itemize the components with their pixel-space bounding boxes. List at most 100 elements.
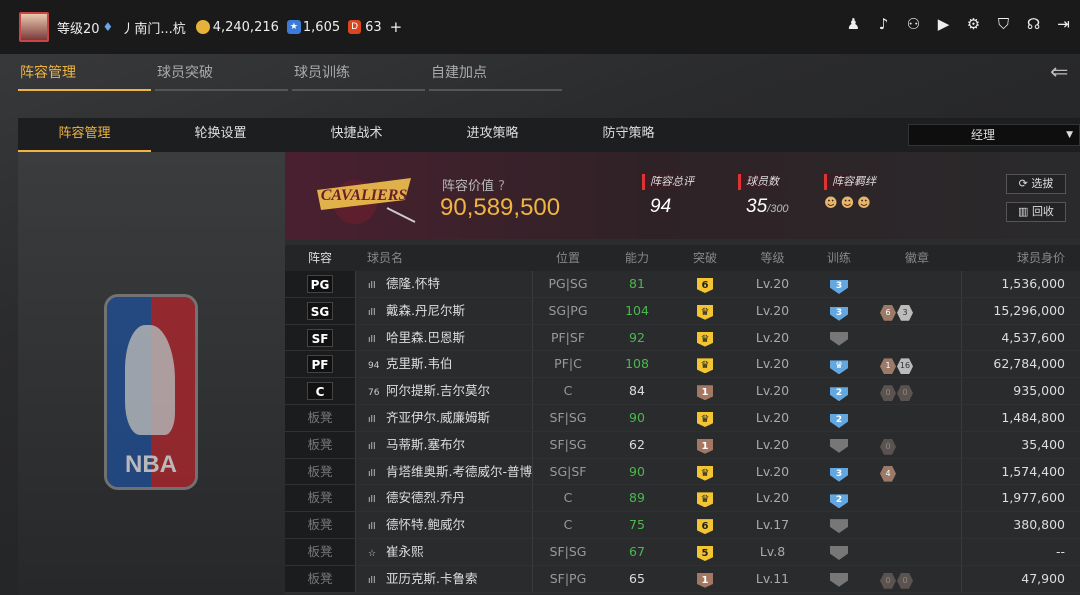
player-ability: 81: [629, 276, 645, 291]
badge-icon: 0: [880, 385, 896, 402]
headset-icon[interactable]: ☊: [1025, 16, 1042, 33]
subtab-rotation[interactable]: 轮换设置: [154, 118, 287, 152]
player-name[interactable]: 肯塔维奥斯.考德威尔-普博: [386, 464, 532, 479]
position-slot[interactable]: PF: [307, 355, 333, 374]
badge-icon: 3: [897, 304, 913, 321]
bond-icon: ☻: [857, 196, 871, 211]
video-icon[interactable]: ▶: [935, 16, 952, 33]
pick-button[interactable]: ⟳ 选拔: [1006, 174, 1066, 194]
recycle-button[interactable]: ▥ 回收: [1006, 202, 1066, 222]
player-name[interactable]: 德安德烈.乔丹: [386, 490, 465, 505]
table-row[interactable]: PF 94 克里斯.韦伯 PF|C 108 ♛ Lv.20 ♛ 1 16 62,78…: [285, 351, 1080, 379]
player-name[interactable]: 阿尔提斯.吉尔莫尔: [386, 383, 490, 398]
manager-dropdown[interactable]: 经理 ▼: [908, 124, 1080, 146]
player-name[interactable]: 德怀特.鲍威尔: [386, 517, 465, 532]
subtab-offense[interactable]: 进攻策略: [426, 118, 559, 152]
player-position: PF|SF: [550, 329, 586, 345]
gear-icon[interactable]: ⚙: [965, 16, 982, 33]
table-row[interactable]: 板凳 ☆ 崔永熙 SF|SG 67 5 Lv.8 --: [285, 538, 1080, 566]
coin-icon: [195, 20, 210, 34]
slot-label: 板凳: [307, 490, 333, 506]
tab-training[interactable]: 球员训练: [292, 62, 425, 91]
shield-icon[interactable]: ⛉: [995, 16, 1012, 33]
player-count-stat: 球员数 35/300: [738, 174, 789, 218]
player-price: 935,000: [1013, 383, 1065, 399]
tab-custom-points[interactable]: 自建加点: [429, 62, 562, 91]
badge-icon: 16: [897, 358, 913, 375]
slot-label: 板凳: [307, 517, 333, 533]
table-header: 阵容 球员名 位置 能力 突破 等级 训练 徽章 球员身价: [285, 245, 1080, 271]
training-shield-icon: 2: [830, 387, 848, 402]
subtab-quick-tactics[interactable]: 快捷战术: [290, 118, 423, 152]
avatar[interactable]: [19, 12, 49, 42]
table-row[interactable]: C 76 阿尔提斯.吉尔莫尔 C 84 1 Lv.20 2 00 935,000: [285, 378, 1080, 405]
breakthrough-badge: 1: [697, 438, 713, 454]
player-name[interactable]: 德隆.怀特: [386, 276, 440, 291]
tab-breakthrough[interactable]: 球员突破: [155, 62, 288, 91]
friends-icon[interactable]: ⚇: [905, 16, 922, 33]
table-row[interactable]: 板凳 ıll 德安德烈.乔丹 C 89 ♛ Lv.20 2 1,977,600: [285, 485, 1080, 513]
position-slot[interactable]: PG: [307, 275, 333, 293]
table-row[interactable]: PG ıll 德隆.怀特 PG|SG 81 6 Lv.20 3 1,536,000: [285, 271, 1080, 298]
player-price: 1,484,800: [1001, 409, 1065, 425]
player-level: Lv.20: [755, 383, 790, 399]
player-position: C: [563, 383, 573, 399]
subtab-defense[interactable]: 防守策略: [562, 118, 695, 152]
player-name[interactable]: 亚历克斯.卡鲁索: [386, 571, 477, 586]
player-name[interactable]: 哈里森.巴恩斯: [386, 330, 465, 345]
signal-icon: ıll: [368, 575, 376, 586]
player-name[interactable]: 崔永熙: [386, 544, 424, 559]
svg-text:CAVALIERS: CAVALIERS: [321, 187, 408, 204]
subtab-lineup[interactable]: 阵容管理: [18, 118, 151, 152]
table-row[interactable]: SG ıll 戴森.丹尼尔斯 SG|PG 104 ♛ Lv.20 3 63 15,…: [285, 297, 1080, 325]
player-count: 35: [746, 196, 768, 217]
tab-lineup[interactable]: 阵容管理: [18, 62, 151, 91]
table-row[interactable]: 板凳 ıll 亚历克斯.卡鲁索 SF|PG 65 1 Lv.11 00 47,90…: [285, 565, 1080, 593]
user-icon[interactable]: ♟: [845, 16, 862, 33]
back-arrow-icon[interactable]: ⇐: [1050, 60, 1080, 85]
bond-icon: ☻: [824, 196, 838, 211]
training-shield-icon: [830, 545, 848, 560]
player-position: PF|C: [554, 356, 582, 372]
position-slot[interactable]: SF: [307, 328, 333, 347]
roster-table: 阵容 球员名 位置 能力 突破 等级 训练 徽章 球员身价 PG ıll 德隆.怀…: [285, 245, 1080, 595]
table-row[interactable]: 板凳 ıll 德怀特.鲍威尔 C 75 6 Lv.17 380,800: [285, 512, 1080, 539]
player-name[interactable]: 丿南门...杭: [121, 18, 185, 37]
table-row[interactable]: 板凳 ıll 齐亚伊尔.威廉姆斯 SF|SG 90 ♛ Lv.20 2 1,484…: [285, 404, 1080, 432]
player-name[interactable]: 马蒂斯.塞布尔: [386, 437, 465, 452]
player-level: Lv.20: [755, 276, 790, 291]
player-name[interactable]: 克里斯.韦伯: [386, 356, 452, 371]
player-price: --: [1055, 543, 1065, 559]
training-shield-icon: [830, 519, 848, 534]
breakthrough-badge: ♛: [697, 331, 713, 347]
player-ability: 90: [629, 463, 645, 479]
player-level: Lv.17: [755, 517, 790, 533]
player-position: C: [563, 490, 573, 506]
training-shield-icon: [830, 572, 848, 587]
position-slot[interactable]: C: [307, 382, 333, 401]
training-shield-icon: 2: [830, 413, 848, 428]
badge-icon: 0: [897, 572, 913, 589]
player-position: SF|SG: [549, 543, 587, 559]
breakthrough-badge: 6: [697, 278, 713, 293]
player-price: 1,574,400: [1001, 463, 1065, 479]
player-ability: 90: [629, 409, 645, 425]
position-slot[interactable]: SG: [307, 301, 333, 320]
player-price: 1,536,000: [1001, 276, 1065, 291]
player-level: 等级20: [57, 21, 100, 37]
bell-icon[interactable]: ♪: [875, 16, 892, 33]
star-currency-icon: ★: [286, 20, 301, 34]
player-name[interactable]: 齐亚伊尔.威廉姆斯: [386, 410, 490, 425]
coin-count: 4,240,216: [212, 19, 279, 35]
nba-logo: NBA: [104, 294, 198, 490]
player-name[interactable]: 戴森.丹尼尔斯: [386, 303, 465, 318]
player-position: SF|SG: [549, 409, 587, 425]
table-row[interactable]: 板凳 ıll 马蒂斯.塞布尔 SF|SG 62 1 Lv.20 0 35,400: [285, 431, 1080, 459]
exit-icon[interactable]: ⇥: [1055, 16, 1072, 33]
player-price: 47,900: [1021, 570, 1065, 586]
badge-icon: 1: [880, 358, 896, 375]
add-currency-button[interactable]: +: [390, 18, 403, 36]
table-row[interactable]: 板凳 ıll 肯塔维奥斯.考德威尔-普博 SG|SF 90 ♛ Lv.20 3 4…: [285, 458, 1080, 486]
rating-value: 94: [650, 196, 672, 217]
table-row[interactable]: SF ıll 哈里森.巴恩斯 PF|SF 92 ♛ Lv.20 4,537,600: [285, 324, 1080, 352]
